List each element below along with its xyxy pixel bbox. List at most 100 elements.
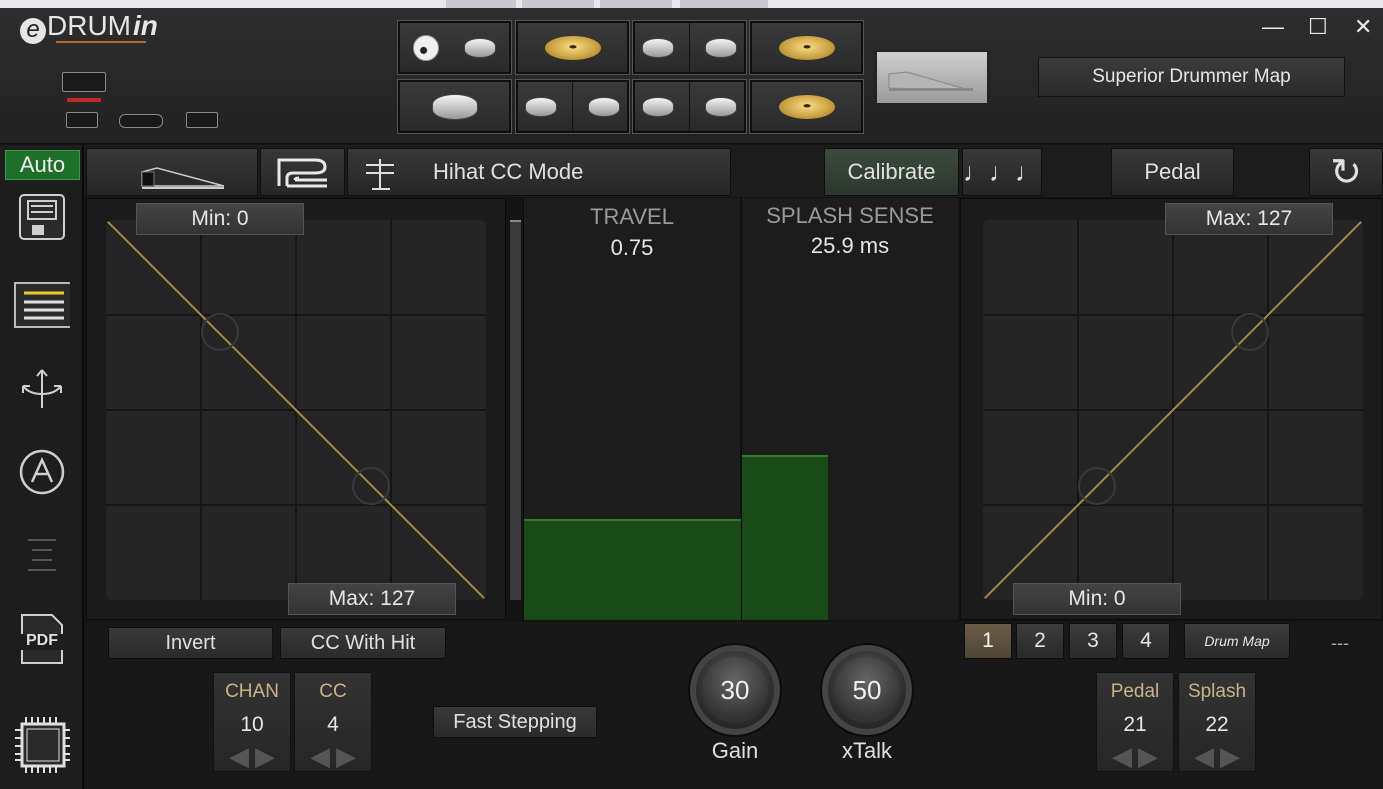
level-slider[interactable] — [510, 220, 521, 600]
cc-increment-icon[interactable]: ▶ — [336, 741, 356, 772]
roland-button[interactable] — [260, 148, 345, 196]
drum-icon — [464, 37, 497, 58]
splash-note-spinner[interactable]: Splash 22 ◀ ▶ — [1178, 672, 1256, 772]
preset-4-button[interactable]: 4 — [1122, 623, 1170, 659]
right-curve-graph[interactable] — [983, 220, 1363, 600]
pad-kick-snare[interactable] — [397, 20, 512, 75]
pad-cymbal-2[interactable] — [749, 20, 864, 75]
drum-icon — [704, 37, 737, 58]
cc-decrement-icon[interactable]: ◀ — [310, 741, 330, 772]
drum-map-button[interactable]: Drum Map — [1184, 623, 1290, 659]
hihat-cc-mode-label: Hihat CC Mode — [433, 159, 584, 184]
pad-cymbal-3[interactable] — [749, 79, 864, 134]
drum-icon — [587, 96, 620, 117]
hihat-cc-mode-button[interactable]: Hihat CC Mode — [347, 148, 731, 196]
xtalk-label: xTalk — [841, 738, 893, 763]
port-icon-a[interactable] — [66, 112, 98, 128]
pedal-note-spinner[interactable]: Pedal 21 ◀ ▶ — [1096, 672, 1174, 772]
pedal-note-value: 21 — [1123, 713, 1147, 736]
pedal-button[interactable]: Pedal — [1111, 148, 1234, 196]
xtalk-knob[interactable]: 50 — [820, 643, 914, 737]
travel-bar — [524, 519, 741, 620]
port-icon-main[interactable] — [62, 72, 106, 92]
pad-toms-2[interactable] — [515, 79, 630, 134]
close-icon[interactable]: ✕ — [1354, 14, 1372, 40]
chan-decrement-icon[interactable]: ◀ — [229, 741, 249, 772]
preset-3-button[interactable]: 3 — [1069, 623, 1117, 659]
logo-e: e — [20, 18, 46, 44]
fast-stepping-button[interactable]: Fast Stepping — [433, 706, 597, 738]
drum-icon — [642, 37, 675, 58]
travel-panel: TRAVEL 0.75 — [523, 198, 741, 620]
logo-drum: DRUM — [47, 10, 131, 41]
pad-divider — [571, 82, 573, 131]
port-icon-c[interactable] — [186, 112, 218, 128]
app-logo: e DRUMin — [20, 10, 158, 44]
hidden-tab — [680, 0, 768, 8]
drum-icon — [704, 96, 737, 117]
list-icon[interactable] — [14, 282, 70, 328]
travel-value: 0.75 — [610, 235, 654, 260]
maximize-icon[interactable]: ☐ — [1308, 14, 1328, 40]
preset-2-button[interactable]: 2 — [1016, 623, 1064, 659]
cymbal-icon — [778, 35, 835, 60]
splash-note-value: 22 — [1205, 713, 1229, 736]
splash-title: SPLASH SENSE — [766, 203, 934, 228]
invert-button[interactable]: Invert — [108, 627, 273, 659]
superior-drummer-map-button[interactable]: Superior Drummer Map — [1038, 57, 1345, 97]
roland-logo-icon — [277, 158, 327, 188]
hidden-tab — [522, 0, 594, 8]
gain-knob[interactable]: 30 — [688, 643, 782, 737]
notes-icon[interactable]: ♩♩♩ — [962, 148, 1042, 196]
cc-spinner[interactable]: CC 4 ◀ ▶ — [294, 672, 372, 772]
pedal-decrement-icon[interactable]: ◀ — [1112, 741, 1132, 772]
minimize-icon[interactable]: — — [1262, 14, 1284, 40]
menu-lines-icon[interactable] — [14, 536, 70, 576]
chan-spinner[interactable]: CHAN 10 ◀ ▶ — [213, 672, 291, 772]
splash-bar[interactable] — [742, 455, 828, 620]
hihat-icon — [366, 159, 394, 190]
port-active-indicator — [67, 98, 101, 102]
preset-1-button[interactable]: 1 — [964, 623, 1012, 659]
cc-label: CC — [319, 681, 347, 702]
save-icon[interactable] — [14, 192, 70, 242]
left-min-label[interactable]: Min: 0 — [136, 203, 304, 235]
left-max-label[interactable]: Max: 127 — [288, 583, 456, 615]
pedal-note-label: Pedal — [1110, 681, 1160, 702]
refresh-icon[interactable]: ↻ — [1309, 148, 1383, 196]
chan-increment-icon[interactable]: ▶ — [255, 741, 275, 772]
pedal-increment-icon[interactable]: ▶ — [1138, 741, 1158, 772]
pdf-icon[interactable]: PDF — [14, 612, 70, 666]
cc-value: 4 — [327, 713, 339, 736]
logo-in: in — [133, 10, 158, 41]
right-max-label[interactable]: Max: 127 — [1165, 203, 1333, 235]
pad-toms-1[interactable] — [632, 20, 747, 75]
splash-decrement-icon[interactable]: ◀ — [1194, 741, 1214, 772]
pad-divider — [688, 23, 690, 72]
hihat-pedal-thumbnail[interactable] — [875, 50, 989, 105]
pad-divider — [688, 82, 690, 131]
auto-button[interactable]: Auto — [5, 150, 80, 180]
chan-value: 10 — [240, 713, 264, 736]
right-min-label[interactable]: Min: 0 — [1013, 583, 1181, 615]
hihat-pedal-icon — [888, 71, 973, 91]
knob-icon — [412, 34, 439, 61]
calibrate-button[interactable]: Calibrate — [824, 148, 959, 196]
drum-icon — [431, 93, 478, 120]
pad-cymbal-1[interactable] — [515, 20, 630, 75]
left-curve-graph[interactable] — [106, 220, 486, 600]
cymbal-icon — [778, 94, 835, 119]
chip-icon[interactable] — [14, 716, 70, 774]
xtalk-value: 50 — [834, 657, 900, 723]
cc-with-hit-button[interactable]: CC With Hit — [280, 627, 446, 659]
pedal-type-button[interactable] — [86, 148, 258, 196]
pad-snare[interactable] — [397, 79, 512, 134]
port-icon-b[interactable] — [119, 114, 163, 128]
window-top-strip — [0, 0, 1383, 8]
splash-note-label: Splash — [1187, 681, 1247, 702]
route-arrows-icon[interactable] — [14, 364, 70, 414]
splash-increment-icon[interactable]: ▶ — [1220, 741, 1240, 772]
dashes-indicator: --- — [1331, 633, 1349, 653]
auto-a-icon[interactable] — [14, 448, 70, 496]
pad-toms-3[interactable] — [632, 79, 747, 134]
